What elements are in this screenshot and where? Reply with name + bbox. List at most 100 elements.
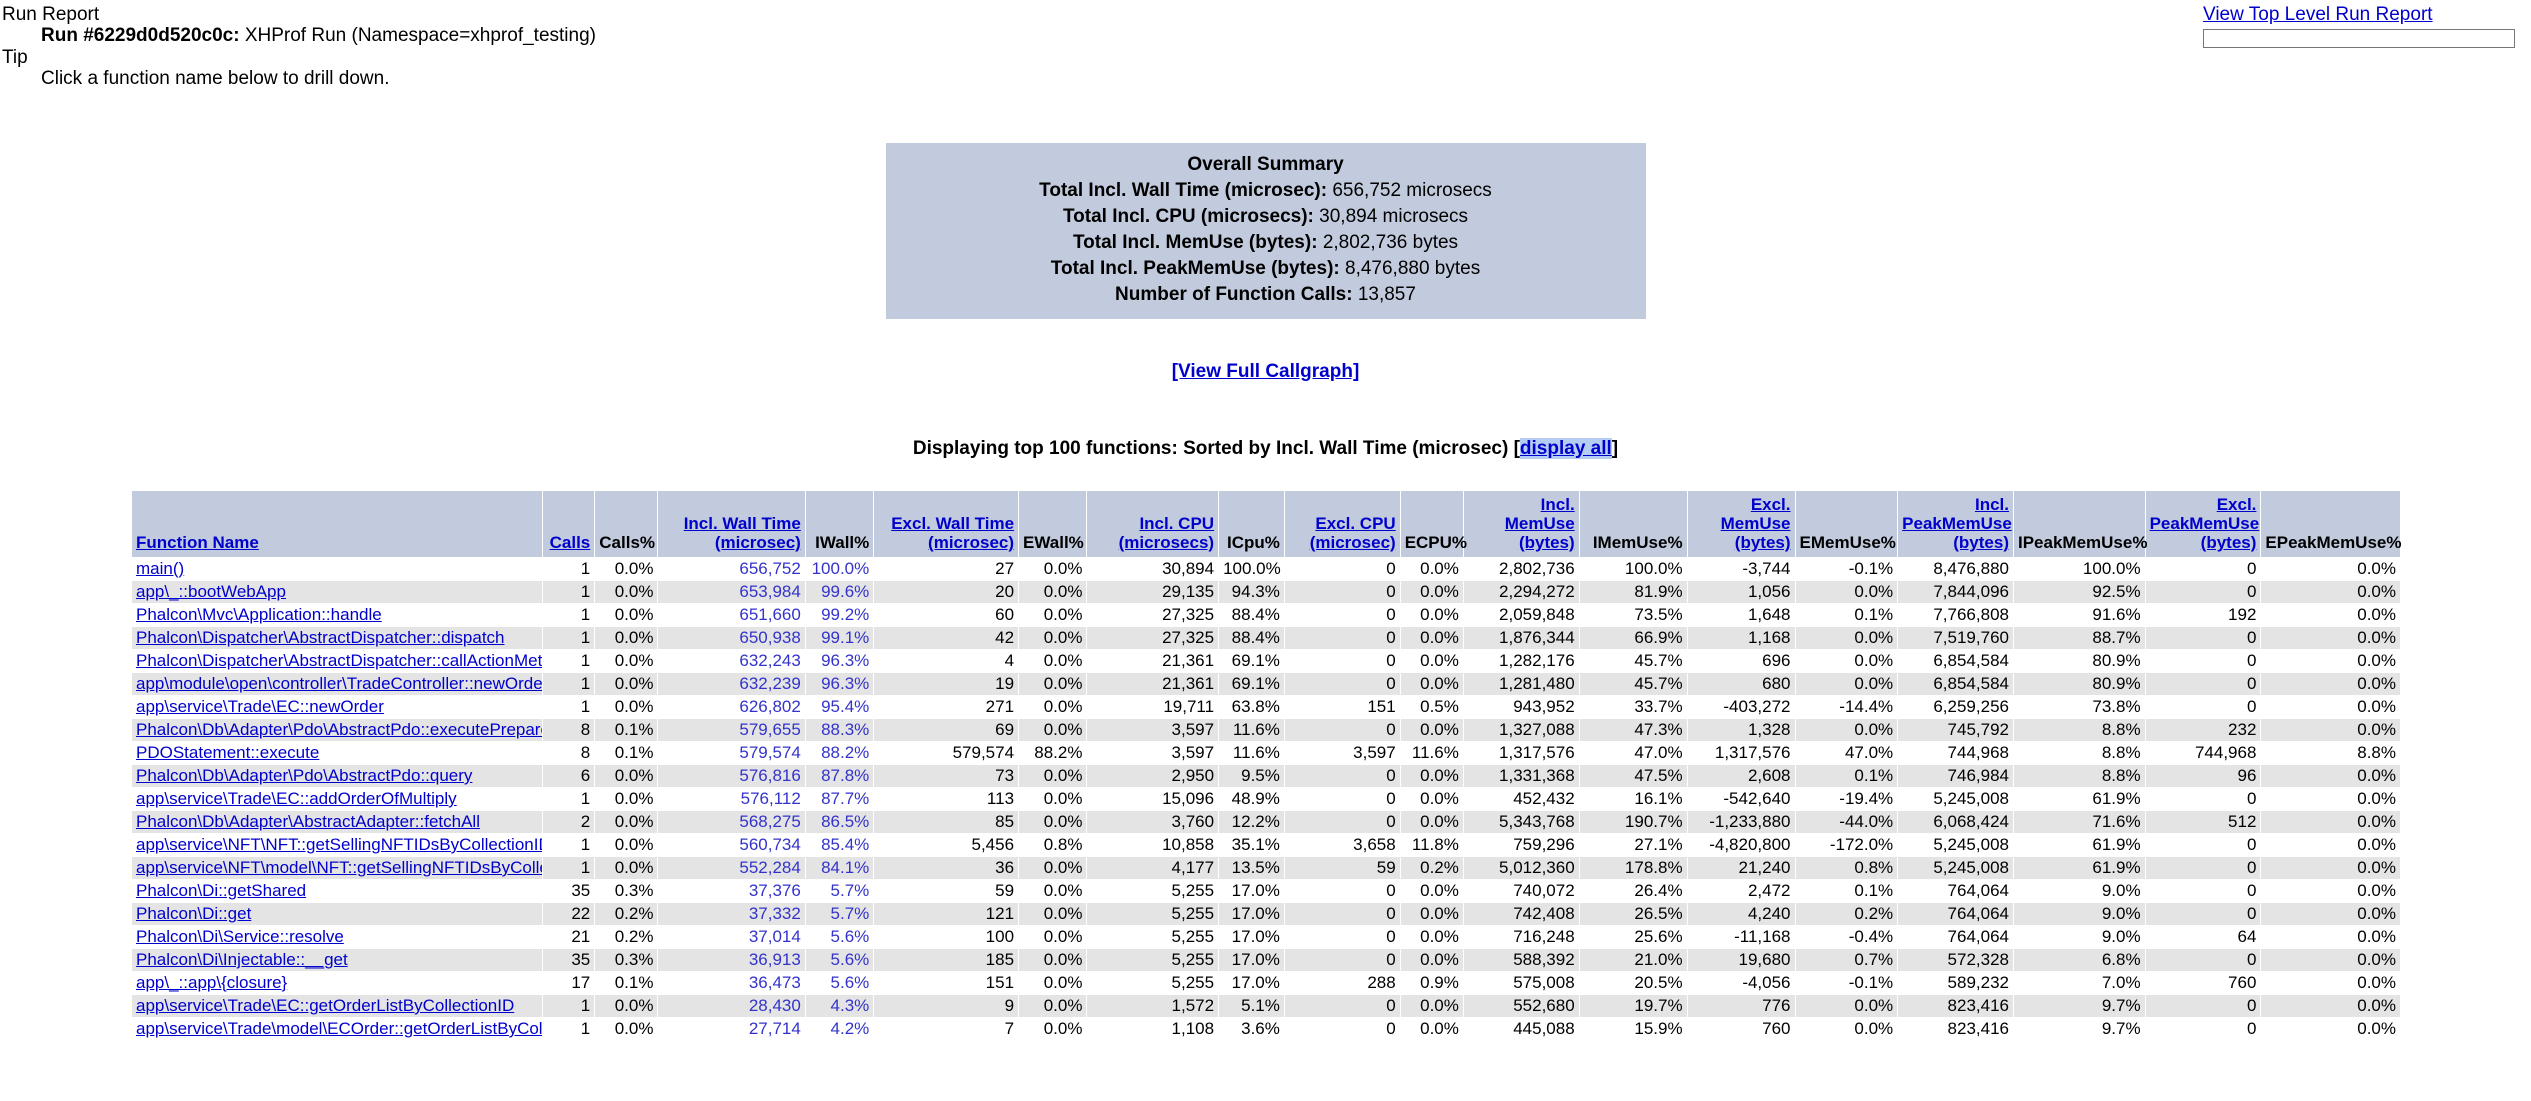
cell-excl-peakmemuse: 760	[2144, 971, 2262, 995]
cell-function-name[interactable]: Phalcon\Di\Injectable::__get	[131, 948, 543, 972]
cell-epeakmemuse-pct: 0.0%	[2260, 557, 2401, 581]
cell-excl-peakmemuse: 232	[2144, 718, 2262, 742]
cell-icpu-pct: 94.3%	[1218, 580, 1285, 604]
sort-link-excl-memuse[interactable]: Excl. MemUse (bytes)	[1721, 495, 1791, 552]
cell-function-name[interactable]: Phalcon\Db\Adapter\AbstractAdapter::fetc…	[131, 810, 543, 834]
sort-link-calls[interactable]: Calls	[550, 533, 591, 552]
cell-function-name[interactable]: PDOStatement::execute	[131, 741, 543, 765]
cell-function-name[interactable]: app\module\open\controller\TradeControll…	[131, 672, 543, 696]
cell-ememuse-pct: 0.0%	[1794, 580, 1899, 604]
cell-calls-pct: 0.0%	[594, 649, 659, 673]
cell-excl-cpu: 0	[1283, 948, 1401, 972]
col-header-incl-wall-time[interactable]: Incl. Wall Time (microsec)	[657, 490, 806, 558]
sort-link-excl-wall-time[interactable]: Excl. Wall Time (microsec)	[891, 514, 1014, 552]
cell-excl-wall-time: 185	[873, 948, 1020, 972]
cell-epeakmemuse-pct: 0.0%	[2260, 626, 2401, 650]
col-header-excl-peakmemuse[interactable]: Excl. PeakMemUse (bytes)	[2144, 490, 2262, 558]
cell-calls-pct: 0.0%	[594, 764, 659, 788]
cell-function-name[interactable]: Phalcon\Dispatcher\AbstractDispatcher::d…	[131, 626, 543, 650]
function-name-link[interactable]: app\module\open\controller\TradeControll…	[136, 674, 541, 693]
sort-link-incl-memuse[interactable]: Incl. MemUse (bytes)	[1505, 495, 1575, 552]
cell-function-name[interactable]: Phalcon\Mvc\Application::handle	[131, 603, 543, 627]
cell-function-name[interactable]: Phalcon\Dispatcher\AbstractDispatcher::c…	[131, 649, 543, 673]
sort-link-excl-peakmemuse[interactable]: Excl. PeakMemUse (bytes)	[2150, 495, 2260, 552]
cell-incl-memuse: 2,294,272	[1462, 580, 1580, 604]
tip-text: Click a function name below to drill dow…	[41, 68, 390, 89]
sort-link-incl-cpu[interactable]: Incl. CPU (microsecs)	[1119, 514, 1214, 552]
function-filter-input[interactable]	[2203, 29, 2515, 48]
col-header-incl-memuse[interactable]: Incl. MemUse (bytes)	[1462, 490, 1580, 558]
col-header-function-name[interactable]: Function Name	[131, 490, 543, 558]
cell-function-name[interactable]: Phalcon\Db\Adapter\Pdo\AbstractPdo::quer…	[131, 764, 543, 788]
view-top-level-run-report-link[interactable]: View Top Level Run Report	[2203, 4, 2433, 25]
cell-function-name[interactable]: app\service\Trade\EC::getOrderListByColl…	[131, 994, 543, 1018]
cell-excl-cpu: 3,658	[1283, 833, 1401, 857]
sort-link-function-name[interactable]: Function Name	[136, 533, 259, 552]
cell-function-name[interactable]: Phalcon\Di::getShared	[131, 879, 543, 903]
sort-link-excl-cpu[interactable]: Excl. CPU (microsec)	[1310, 514, 1396, 552]
cell-incl-cpu: 5,255	[1086, 925, 1220, 949]
table-row: app\service\Trade\EC::getOrderListByColl…	[131, 994, 2401, 1018]
function-name-link[interactable]: Phalcon\Di::get	[136, 904, 251, 923]
cell-icpu-pct: 3.6%	[1218, 1017, 1285, 1041]
function-name-link[interactable]: app\service\Trade\EC::getOrderListByColl…	[136, 996, 514, 1015]
cell-function-name[interactable]: Phalcon\Di\Service::resolve	[131, 925, 543, 949]
col-header-incl-peakmemuse[interactable]: Incl. PeakMemUse (bytes)	[1897, 490, 2014, 558]
function-name-link[interactable]: PDOStatement::execute	[136, 743, 319, 762]
function-name-link[interactable]: app\service\NFT\NFT::getSellingNFTIDsByC…	[136, 835, 541, 854]
function-name-link[interactable]: app\service\Trade\EC::newOrder	[136, 697, 384, 716]
cell-function-name[interactable]: app\service\Trade\model\ECOrder::getOrde…	[131, 1017, 543, 1041]
cell-function-name[interactable]: Phalcon\Di::get	[131, 902, 543, 926]
cell-incl-cpu: 27,325	[1086, 626, 1220, 650]
col-header-excl-memuse[interactable]: Excl. MemUse (bytes)	[1686, 490, 1796, 558]
cell-ememuse-pct: 0.0%	[1794, 718, 1899, 742]
function-name-link[interactable]: main()	[136, 559, 184, 578]
summary-row-wall-time: Total Incl. Wall Time (microsec): 656,75…	[886, 178, 1646, 204]
cell-iwall-pct: 96.3%	[804, 649, 875, 673]
sort-link-incl-wall-time[interactable]: Incl. Wall Time (microsec)	[684, 514, 801, 552]
cell-function-name[interactable]: app\service\Trade\EC::addOrderOfMultiply	[131, 787, 543, 811]
display-all-link[interactable]: display all	[1519, 438, 1612, 459]
cell-excl-cpu: 288	[1283, 971, 1401, 995]
cell-ecpu-pct: 0.0%	[1399, 810, 1464, 834]
run-description-text: XHProf Run (Namespace=xhprof_testing)	[244, 25, 596, 46]
function-name-link[interactable]: Phalcon\Mvc\Application::handle	[136, 605, 382, 624]
sort-link-incl-peakmemuse[interactable]: Incl. PeakMemUse (bytes)	[1902, 495, 2012, 552]
cell-ememuse-pct: 0.2%	[1794, 902, 1899, 926]
cell-function-name[interactable]: main()	[131, 557, 543, 581]
col-header-incl-cpu[interactable]: Incl. CPU (microsecs)	[1086, 490, 1220, 558]
col-header-excl-cpu[interactable]: Excl. CPU (microsec)	[1283, 490, 1401, 558]
cell-ipeakmemuse-pct: 88.7%	[2012, 626, 2146, 650]
function-name-link[interactable]: Phalcon\Di::getShared	[136, 881, 306, 900]
cell-function-name[interactable]: app\service\Trade\EC::newOrder	[131, 695, 543, 719]
cell-function-name[interactable]: app\_::bootWebApp	[131, 580, 543, 604]
cell-iwall-pct: 99.1%	[804, 626, 875, 650]
cell-function-name[interactable]: app\service\NFT\model\NFT::getSellingNFT…	[131, 856, 543, 880]
cell-ememuse-pct: 0.0%	[1794, 994, 1899, 1018]
view-full-callgraph-link[interactable]: [View Full Callgraph]	[1172, 361, 1360, 382]
function-name-link[interactable]: Phalcon\Di\Service::resolve	[136, 927, 344, 946]
function-name-link[interactable]: Phalcon\Db\Adapter\Pdo\AbstractPdo::exec…	[136, 720, 541, 739]
function-name-link[interactable]: app\service\Trade\model\ECOrder::getOrde…	[136, 1019, 541, 1038]
function-name-link[interactable]: app\_::app\{closure}	[136, 973, 287, 992]
function-name-link[interactable]: Phalcon\Db\Adapter\Pdo\AbstractPdo::quer…	[136, 766, 472, 785]
function-name-link[interactable]: app\_::bootWebApp	[136, 582, 286, 601]
col-header-calls[interactable]: Calls	[541, 490, 596, 558]
cell-incl-memuse: 1,327,088	[1462, 718, 1580, 742]
function-name-link[interactable]: Phalcon\Dispatcher\AbstractDispatcher::d…	[136, 628, 505, 647]
function-name-link[interactable]: Phalcon\Di\Injectable::__get	[136, 950, 348, 969]
function-name-link[interactable]: Phalcon\Db\Adapter\AbstractAdapter::fetc…	[136, 812, 480, 831]
cell-incl-memuse: 588,392	[1462, 948, 1580, 972]
cell-calls: 35	[541, 879, 596, 903]
function-name-link[interactable]: app\service\Trade\EC::addOrderOfMultiply	[136, 789, 457, 808]
cell-function-name[interactable]: Phalcon\Db\Adapter\Pdo\AbstractPdo::exec…	[131, 718, 543, 742]
cell-excl-cpu: 0	[1283, 672, 1401, 696]
cell-ecpu-pct: 0.0%	[1399, 925, 1464, 949]
cell-function-name[interactable]: app\service\NFT\NFT::getSellingNFTIDsByC…	[131, 833, 543, 857]
cell-function-name[interactable]: app\_::app\{closure}	[131, 971, 543, 995]
cell-ecpu-pct: 0.0%	[1399, 718, 1464, 742]
cell-incl-cpu: 3,597	[1086, 718, 1220, 742]
col-header-excl-wall-time[interactable]: Excl. Wall Time (microsec)	[873, 490, 1020, 558]
function-name-link[interactable]: Phalcon\Dispatcher\AbstractDispatcher::c…	[136, 651, 541, 670]
function-name-link[interactable]: app\service\NFT\model\NFT::getSellingNFT…	[136, 858, 541, 877]
